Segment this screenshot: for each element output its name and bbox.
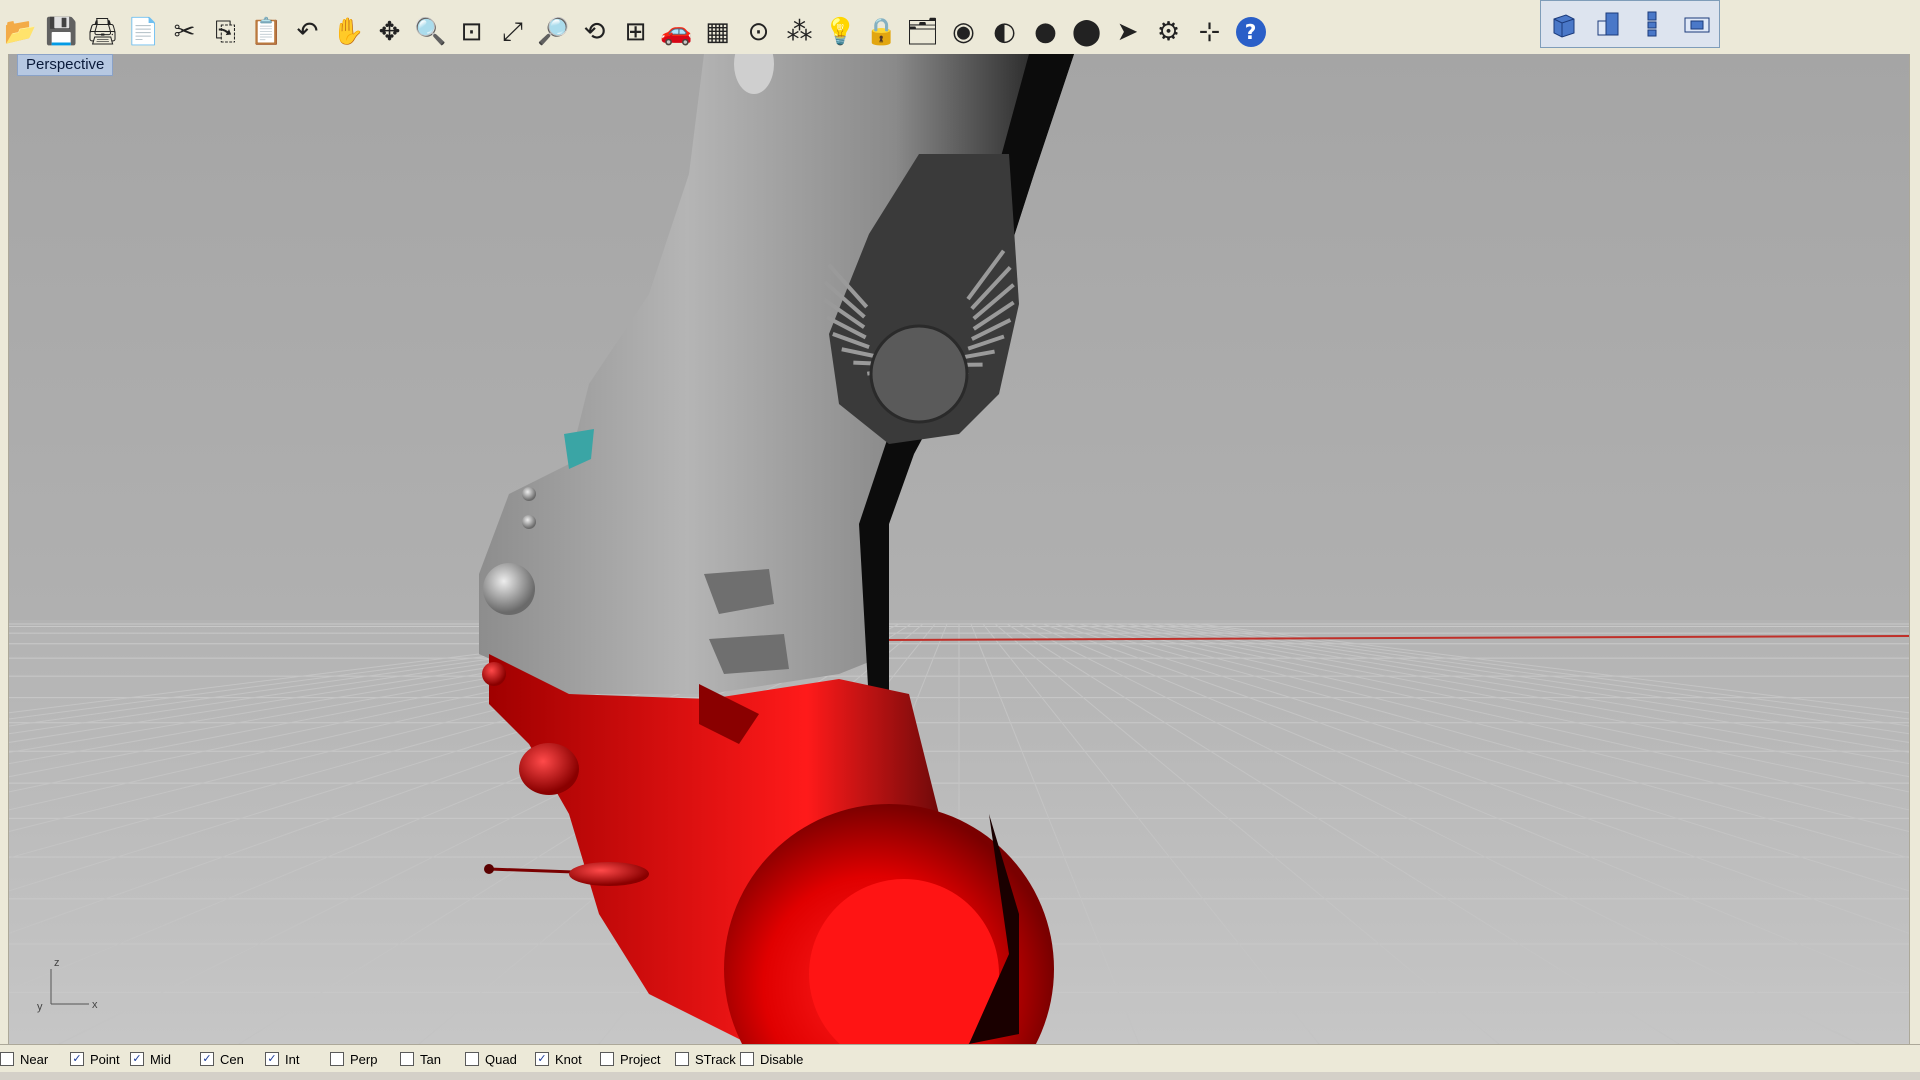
osnap-label: Cen (220, 1051, 244, 1067)
open-icon[interactable]: 📂 (0, 12, 41, 52)
front-view-icon[interactable] (1635, 7, 1669, 41)
osnap-int[interactable]: ✓ Int (265, 1052, 330, 1067)
antenna-pod (569, 862, 649, 886)
osnap-checkbox[interactable] (400, 1052, 414, 1066)
four-viewports-icon[interactable]: ⊞ (615, 12, 656, 52)
osnap-checkbox[interactable] (600, 1052, 614, 1066)
red-turret (482, 662, 506, 686)
osnap-checkbox[interactable] (330, 1052, 344, 1066)
dimension-icon[interactable]: ⊹ (1189, 12, 1230, 52)
zoom-icon[interactable]: 🔍 (410, 12, 451, 52)
axis-label-z: z (54, 957, 60, 969)
osnap-strack[interactable]: STrack (675, 1052, 740, 1067)
osnap-knot[interactable]: ✓ Knot (535, 1052, 600, 1067)
osnap-label: Perp (350, 1051, 378, 1067)
circle-point-icon[interactable]: ⊙ (738, 12, 779, 52)
status-bar (0, 1072, 1920, 1080)
perspective-viewport[interactable]: z x y Perspective (9, 54, 1909, 1044)
osnap-label: Disable (760, 1051, 804, 1067)
perspective-view-icon[interactable] (1546, 7, 1580, 41)
export-icon[interactable]: 📄 (123, 12, 164, 52)
grid-icon[interactable]: ▦ (697, 12, 738, 52)
lock-icon[interactable]: 🔒 (861, 12, 902, 52)
osnap-bar: Near ✓ Point ✓ Mid ✓ Cen ✓ Int Perp Tan Quad ✓ Knot Pr… (0, 1044, 1920, 1073)
osnap-checkbox[interactable]: ✓ (70, 1052, 84, 1066)
osnap-point[interactable]: ✓ Point (70, 1052, 130, 1067)
undo-icon[interactable]: ↶ (287, 12, 328, 52)
osnap-checkbox[interactable]: ✓ (265, 1052, 279, 1066)
help-icon[interactable]: ? (1230, 12, 1271, 52)
osnap-checkbox[interactable]: ✓ (535, 1052, 549, 1066)
zoom-window-icon[interactable]: ⊡ (451, 12, 492, 52)
osnap-checkbox[interactable] (675, 1052, 689, 1066)
osnap-disable[interactable]: Disable (740, 1052, 805, 1067)
view-toolbar (1540, 0, 1720, 48)
standard-toolbar: 📂 💾 🖨 📄 ✂ ⎘ 📋 ↶ ✋ ✥ 🔍 ⊡ ⤢ 🔎 ⟲ ⊞ 🚗 ▦ ⊙ ⁂ 💡 🔒 🗂 ◉ ◐ ● ⬤ ➤ ⚙ ⊹? (0, 12, 1271, 52)
osnap-cen[interactable]: ✓ Cen (200, 1052, 265, 1067)
osnap-label: Tan (420, 1051, 441, 1067)
print-icon[interactable]: 🖨 (82, 12, 123, 52)
zoom-extents-icon[interactable]: ⤢ (492, 12, 533, 52)
undo-view-icon[interactable]: ⟲ (574, 12, 615, 52)
osnap-quad[interactable]: Quad (465, 1052, 535, 1067)
properties-icon[interactable]: 🗂 (902, 12, 943, 52)
osnap-checkbox[interactable] (0, 1052, 14, 1066)
osnap-checkbox[interactable] (465, 1052, 479, 1066)
blue-sphere-icon[interactable]: ⬤ (1066, 12, 1107, 52)
color-wheel-icon[interactable]: ◉ (943, 12, 984, 52)
side-bolt (522, 515, 536, 529)
antenna-tip (484, 864, 494, 874)
osnap-checkbox[interactable] (740, 1052, 754, 1066)
zoom-selected-icon[interactable]: 🔎 (533, 12, 574, 52)
car-icon[interactable]: 🚗 (656, 12, 697, 52)
right-view-icon[interactable] (1680, 7, 1714, 41)
pointer-icon[interactable]: ➤ (1107, 12, 1148, 52)
shaded-sphere-icon[interactable]: ◐ (984, 12, 1025, 52)
osnap-label: STrack (695, 1051, 736, 1067)
osnap-project[interactable]: Project (600, 1052, 675, 1067)
side-turret (483, 563, 535, 615)
pan-icon[interactable]: ✋ (328, 12, 369, 52)
axis-label-y: y (37, 1001, 43, 1013)
osnap-label: Int (285, 1051, 300, 1067)
right-scroll-strip (1909, 54, 1920, 1044)
left-toolbar-strip (0, 54, 9, 1044)
osnap-mid[interactable]: ✓ Mid (130, 1052, 200, 1067)
options-gear-icon[interactable]: ⚙ (1148, 12, 1189, 52)
axis-label-x: x (92, 999, 98, 1011)
osnap-label: Knot (555, 1051, 582, 1067)
rotate-view-icon[interactable]: ✥ (369, 12, 410, 52)
points-icon[interactable]: ⁂ (779, 12, 820, 52)
osnap-checkbox[interactable]: ✓ (200, 1052, 214, 1066)
viewport-scene[interactable]: z x y (9, 54, 1909, 1044)
osnap-perp[interactable]: Perp (330, 1052, 400, 1067)
osnap-label: Point (90, 1051, 120, 1067)
osnap-near[interactable]: Near (0, 1052, 70, 1067)
osnap-label: Project (620, 1051, 661, 1067)
viewport-title-perspective[interactable]: Perspective (17, 54, 114, 76)
osnap-label: Quad (485, 1051, 517, 1067)
osnap-checkbox[interactable]: ✓ (130, 1052, 144, 1066)
copy-icon[interactable]: ⎘ (205, 12, 246, 52)
rendered-sphere-icon[interactable]: ● (1025, 12, 1066, 52)
osnap-tan[interactable]: Tan (400, 1052, 465, 1067)
light-icon[interactable]: 💡 (820, 12, 861, 52)
osnap-label: Near (20, 1051, 49, 1067)
paste-icon[interactable]: 📋 (246, 12, 287, 52)
save-icon[interactable]: 💾 (41, 12, 82, 52)
top-view-icon[interactable] (1591, 7, 1625, 41)
main-toolbar: 📂 💾 🖨 📄 ✂ ⎘ 📋 ↶ ✋ ✥ 🔍 ⊡ ⤢ 🔎 ⟲ ⊞ 🚗 ▦ ⊙ ⁂ 💡 🔒 🗂 ◉ ◐ ● ⬤ ➤ ⚙ ⊹? (0, 0, 1920, 55)
side-bolt (522, 487, 536, 501)
intake-core (869, 324, 969, 424)
red-pod (519, 743, 579, 795)
cut-icon[interactable]: ✂ (164, 12, 205, 52)
osnap-label: Mid (150, 1051, 171, 1067)
